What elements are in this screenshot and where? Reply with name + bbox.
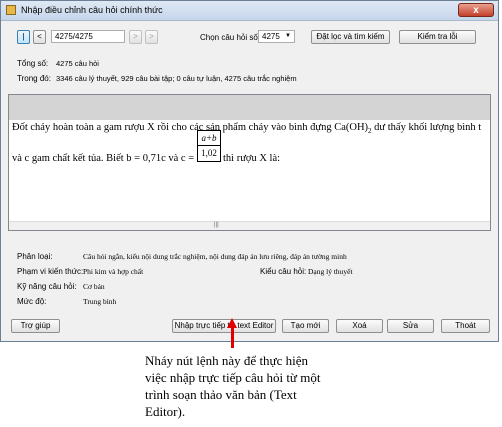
exit-button[interactable]: Thoát (441, 319, 490, 333)
annotation-caption: Nháy nút lệnh này để thực hiện việc nhập… (145, 352, 385, 420)
check-errors-button[interactable]: Kiểm tra lỗi (399, 30, 476, 44)
level-label: Mức độ: (17, 297, 47, 306)
scroll-grip: ||| (214, 222, 219, 228)
delete-button[interactable]: Xoá (336, 319, 383, 333)
fraction-formula: a+b 1,02 (197, 130, 221, 162)
scope-value: Phi kim và hợp chất (83, 267, 144, 276)
total-label: Tổng số: (17, 59, 49, 68)
question-number-select[interactable]: 4275 ▼ (258, 30, 295, 43)
first-record-button[interactable]: | (17, 30, 30, 44)
title-bar: Nhập điều chỉnh câu hỏi chính thức x (1, 1, 498, 21)
next-record-button[interactable]: > (129, 30, 142, 44)
annotation-arrow-head (227, 318, 237, 328)
total-value: 4275 câu hỏi (56, 59, 99, 68)
record-position-field[interactable]: 4275/4275 (51, 30, 125, 43)
annotation-arrow-shaft (231, 326, 234, 348)
question-number-value: 4275 (262, 32, 280, 41)
skill-value: Cơ bản (83, 282, 105, 291)
scope-label: Phạm vi kiến thức: (17, 267, 84, 276)
window-title: Nhập điều chỉnh câu hỏi chính thức (21, 5, 163, 15)
caption-line-4: Editor). (145, 404, 186, 419)
detail-value: 3346 câu lý thuyết, 929 câu bài tập; 0 c… (56, 74, 297, 83)
question-editor[interactable]: Đốt cháy hoàn toàn a gam rượu X rồi cho … (8, 94, 491, 231)
editor-header-band (9, 95, 490, 120)
select-question-label: Chọn câu hỏi số: (200, 33, 261, 42)
type-value: Câu hỏi ngắn, kiểu nội dung trắc nghiệm,… (83, 252, 347, 261)
skill-label: Kỹ năng câu hỏi: (17, 282, 77, 291)
dialog-window: Nhập điều chỉnh câu hỏi chính thức x | <… (0, 0, 499, 342)
filter-search-button[interactable]: Đặt lọc và tìm kiếm (311, 30, 390, 44)
type-label: Phân loại: (17, 252, 53, 261)
question-type-label: Kiểu câu hỏi: (260, 267, 307, 276)
edit-button[interactable]: Sửa (387, 319, 434, 333)
caption-line-1: Nháy nút lệnh này để thực hiện (145, 353, 309, 368)
close-button[interactable]: x (458, 3, 494, 17)
horizontal-scrollbar[interactable]: ||| (9, 221, 490, 230)
prev-record-button[interactable]: < (33, 30, 46, 44)
caption-line-3: trình soạn thảo văn bản (Text (145, 387, 297, 402)
question-text-1a: Đốt cháy hoàn toàn a gam rượu X rồi cho … (12, 122, 369, 133)
chevron-down-icon: ▼ (285, 33, 291, 39)
app-icon (6, 5, 16, 15)
detail-label: Trong đó: (17, 74, 51, 83)
question-text-1b: dư thấy khối lượng bình t (371, 122, 482, 133)
fraction-numerator: a+b (198, 131, 220, 146)
fraction-denominator: 1,02 (201, 148, 217, 158)
question-text-2a: và c gam chất kết tủa. Biết b = 0,71c và… (12, 153, 195, 164)
caption-line-2: việc nhập trực tiếp câu hỏi từ một (145, 370, 321, 385)
help-button[interactable]: Trợ giúp (11, 319, 60, 333)
direct-input-button[interactable]: Nhập trực tiếp từ text Editor (172, 319, 276, 333)
level-value: Trung bình (83, 297, 117, 306)
question-text-2b: thì rượu X là: (223, 153, 281, 164)
question-line-1: Đốt cháy hoàn toàn a gam rượu X rồi cho … (12, 122, 481, 135)
question-type-value: Dạng lý thuyết (308, 267, 353, 276)
last-record-button[interactable]: > (145, 30, 158, 44)
new-question-button[interactable]: Tạo mới (282, 319, 329, 333)
